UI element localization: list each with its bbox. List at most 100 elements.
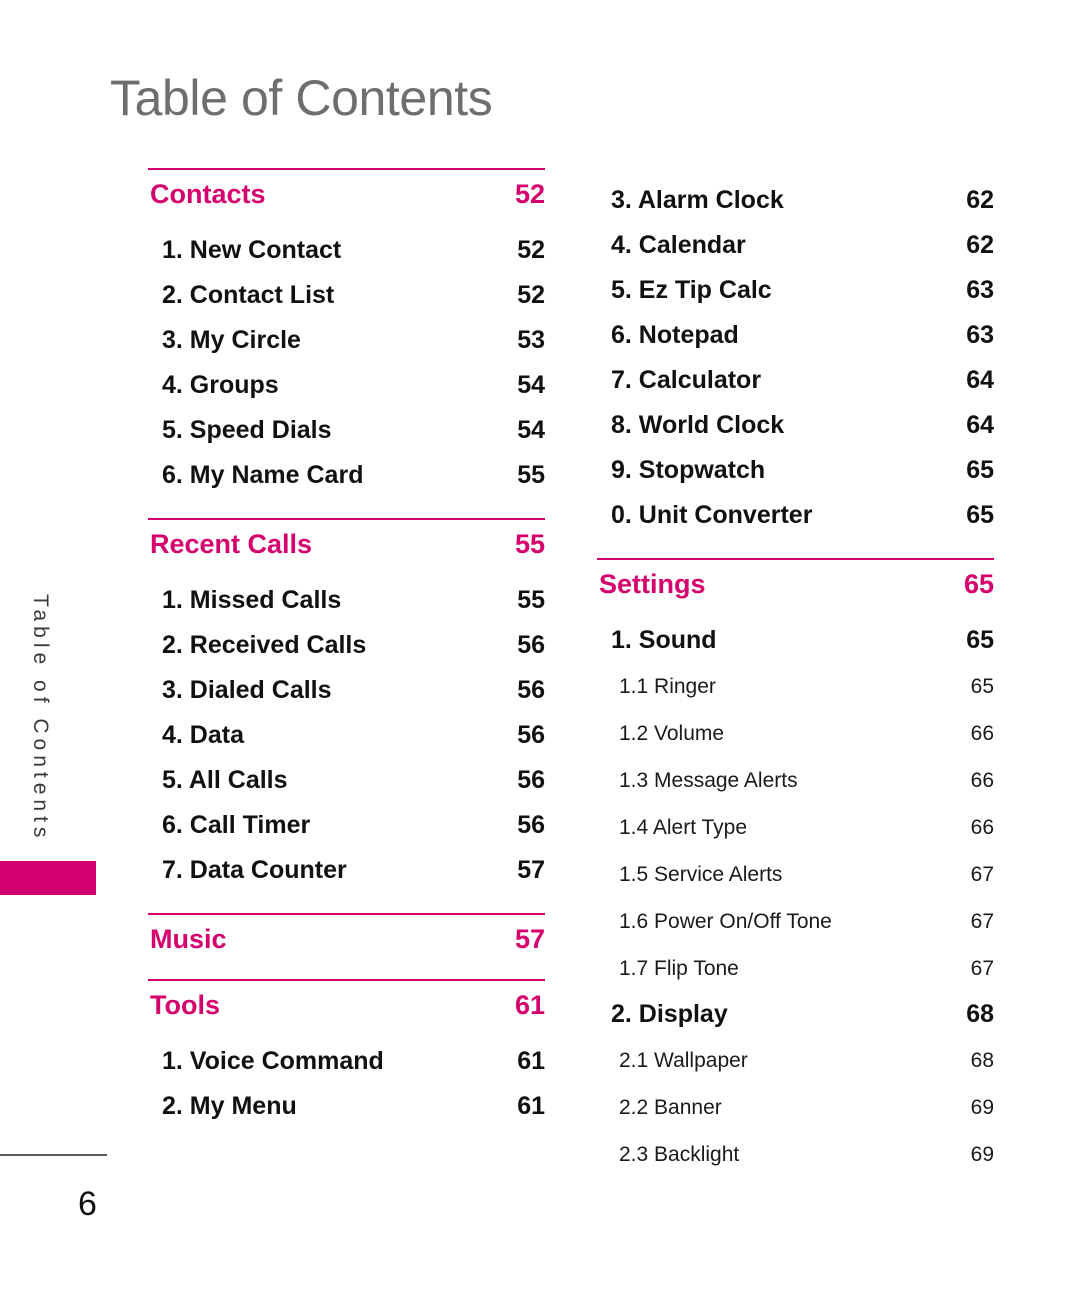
toc-section-settings-pageno: 65	[963, 568, 994, 599]
toc-entry-pageno: 54	[517, 416, 545, 444]
toc-entry-label: 3. Alarm Clock	[611, 186, 784, 214]
toc-entry[interactable]: 2.1 Wallpaper 68	[597, 1037, 994, 1084]
toc-entry-pageno: 69	[970, 1142, 994, 1166]
toc-entry[interactable]: 4. Calendar 62	[597, 223, 994, 268]
toc-entry-pageno: 54	[517, 371, 545, 399]
page-title: Table of Contents	[110, 70, 493, 126]
toc-entry[interactable]: 1.6 Power On/Off Tone 67	[597, 898, 994, 945]
toc-entry-pageno: 52	[517, 236, 545, 264]
toc-section-settings[interactable]: Settings 65	[597, 560, 994, 608]
toc-entry[interactable]: 5. Ez Tip Calc 63	[597, 268, 994, 313]
toc-entry[interactable]: 1.4 Alert Type 66	[597, 804, 994, 851]
toc-entry[interactable]: 6. My Name Card 55	[148, 453, 545, 498]
toc-entry[interactable]: 2.3 Backlight 69	[597, 1131, 994, 1178]
toc-entry-label: 6. Notepad	[611, 321, 739, 349]
toc-entry-label: 2. My Menu	[162, 1092, 297, 1120]
toc-section-tools-pageno: 61	[514, 989, 545, 1020]
footer-divider	[0, 1154, 107, 1156]
toc-entry-pageno: 61	[517, 1092, 545, 1120]
side-tab-marker	[0, 861, 96, 895]
toc-entry-pageno: 56	[517, 766, 545, 794]
toc-entry[interactable]: 1.5 Service Alerts 67	[597, 851, 994, 898]
toc-section-recent-calls[interactable]: Recent Calls 55	[148, 520, 545, 568]
toc-entry-pageno: 52	[517, 281, 545, 309]
toc-entry-label: 1. Missed Calls	[162, 586, 342, 614]
toc-entry-label: 6. Call Timer	[162, 811, 311, 839]
toc-entry[interactable]: 1. Voice Command 61	[148, 1039, 545, 1084]
toc-entry[interactable]: 2.2 Banner 69	[597, 1084, 994, 1131]
toc-entry-pageno: 55	[517, 461, 545, 489]
toc-entry-pageno: 56	[517, 676, 545, 704]
toc-entry[interactable]: 1. New Contact 52	[148, 228, 545, 273]
toc-entry-label: 2. Display	[611, 1000, 728, 1028]
toc-entry-pageno: 69	[970, 1095, 994, 1119]
toc-entry-label: 4. Calendar	[611, 231, 746, 259]
toc-entry[interactable]: 2. Display 68	[597, 992, 994, 1037]
toc-entry-label: 5. Ez Tip Calc	[611, 276, 772, 304]
toc-entry-label: 1.1 Ringer	[619, 674, 716, 698]
toc-entry[interactable]: 6. Call Timer 56	[148, 803, 545, 848]
toc-entry-pageno: 61	[517, 1047, 545, 1075]
toc-entry-label: 7. Data Counter	[162, 856, 347, 884]
toc-entry-pageno: 66	[970, 815, 994, 839]
toc-section-music[interactable]: Music 57	[148, 915, 545, 963]
toc-entry[interactable]: 0. Unit Converter 65	[597, 493, 994, 538]
toc-entry-label: 6. My Name Card	[162, 461, 364, 489]
toc-entry[interactable]: 1.2 Volume 66	[597, 710, 994, 757]
toc-entry-pageno: 57	[517, 856, 545, 884]
page-number: 6	[78, 1185, 97, 1223]
toc-entry[interactable]: 1.3 Message Alerts 66	[597, 757, 994, 804]
toc-entry-pageno: 67	[970, 862, 994, 886]
toc-section-contacts[interactable]: Contacts 52	[148, 170, 545, 218]
toc-entry-label: 1.5 Service Alerts	[619, 862, 783, 886]
toc-entry[interactable]: 9. Stopwatch 65	[597, 448, 994, 493]
toc-entry[interactable]: 7. Calculator 64	[597, 358, 994, 403]
toc-entry-label: 1. Sound	[611, 626, 717, 654]
toc-entry-label: 1.7 Flip Tone	[619, 956, 739, 980]
toc-entry-pageno: 65	[970, 674, 994, 698]
toc-entry[interactable]: 3. Dialed Calls 56	[148, 668, 545, 713]
toc-entry[interactable]: 3. Alarm Clock 62	[597, 178, 994, 223]
toc-entry-label: 0. Unit Converter	[611, 501, 813, 529]
toc-entry-label: 1. Voice Command	[162, 1047, 384, 1075]
toc-entry[interactable]: 1. Missed Calls 55	[148, 578, 545, 623]
toc-entry[interactable]: 5. All Calls 56	[148, 758, 545, 803]
toc-entry[interactable]: 1.1 Ringer 65	[597, 663, 994, 710]
toc-section-music-pageno: 57	[514, 923, 545, 954]
toc-entry[interactable]: 1. Sound 65	[597, 618, 994, 663]
toc-entry[interactable]: 5. Speed Dials 54	[148, 408, 545, 453]
toc-section-settings-label: Settings	[599, 568, 706, 599]
toc-entry[interactable]: 6. Notepad 63	[597, 313, 994, 358]
toc-entry-pageno: 65	[966, 501, 994, 529]
toc-entry-pageno: 64	[966, 366, 994, 394]
side-tab-label: Table of Contents	[29, 594, 52, 843]
toc-section-tools[interactable]: Tools 61	[148, 981, 545, 1029]
toc-entry-label: 5. All Calls	[162, 766, 288, 794]
toc-entry-pageno: 63	[966, 321, 994, 349]
toc-entry[interactable]: 2. Received Calls 56	[148, 623, 545, 668]
toc-entry[interactable]: 7. Data Counter 57	[148, 848, 545, 893]
toc-entry[interactable]: 2. My Menu 61	[148, 1084, 545, 1129]
toc-entry[interactable]: 4. Groups 54	[148, 363, 545, 408]
toc-entry-label: 1. New Contact	[162, 236, 342, 264]
toc-section-contacts-label: Contacts	[150, 178, 266, 209]
toc-entry-label: 2. Received Calls	[162, 631, 367, 659]
toc-entry[interactable]: 8. World Clock 64	[597, 403, 994, 448]
toc-entry[interactable]: 2. Contact List 52	[148, 273, 545, 318]
toc-entry-label: 1.4 Alert Type	[619, 815, 748, 839]
toc-entry-label: 5. Speed Dials	[162, 416, 332, 444]
toc-entry-label: 9. Stopwatch	[611, 456, 766, 484]
toc-entry-label: 1.3 Message Alerts	[619, 768, 798, 792]
toc-entry-pageno: 56	[517, 811, 545, 839]
toc-entry-pageno: 67	[970, 909, 994, 933]
toc-entry[interactable]: 3. My Circle 53	[148, 318, 545, 363]
toc-entry[interactable]: 1.7 Flip Tone 67	[597, 945, 994, 992]
toc-entry[interactable]: 4. Data 56	[148, 713, 545, 758]
